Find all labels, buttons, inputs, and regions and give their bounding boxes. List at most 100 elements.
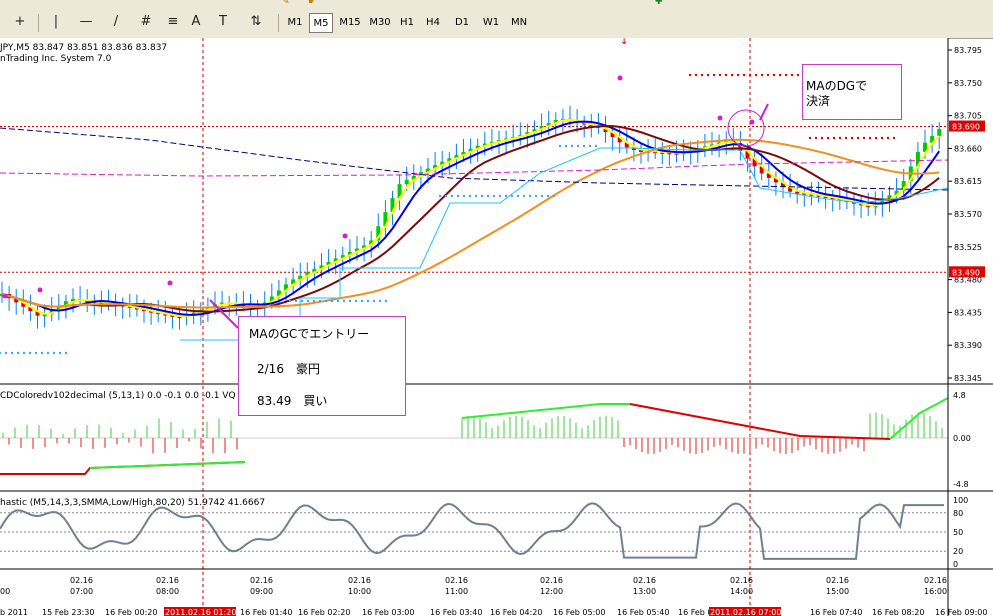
resistance-dot — [754, 73, 758, 77]
resistance-dot — [718, 73, 722, 77]
resistance-dot — [880, 136, 884, 140]
fibonacci-icon[interactable]: ≡ — [163, 13, 183, 30]
trail-dot — [52, 351, 56, 355]
macd-label: CDColoredv102decimal (5,13,1) 0.0 -0.1 0… — [0, 391, 250, 401]
trail-dot — [360, 299, 364, 303]
time-date: 02.16 — [540, 576, 563, 585]
tf-m30[interactable]: M30 — [366, 13, 394, 33]
channel-icon[interactable]: # — [136, 13, 156, 30]
exit-annotation[interactable]: MAのDGで 決済 — [802, 64, 902, 120]
tf-w1[interactable]: W1 — [478, 13, 504, 33]
trail-dot — [492, 194, 496, 198]
crosshair-icon[interactable]: + — [10, 13, 30, 30]
trail-dot — [546, 194, 550, 198]
price-tick-label: 83.390 — [954, 341, 982, 350]
pencil-icon[interactable]: ✎ — [282, 0, 290, 7]
trail-dot — [564, 144, 568, 148]
stoch-axis-label: 80 — [953, 509, 963, 518]
price-tag-label: 83.690 — [952, 123, 980, 132]
time-date: 02.16 — [826, 576, 849, 585]
price-tick-label: 83.705 — [954, 112, 982, 121]
trail-dot — [588, 144, 592, 148]
time-bottom-label: 2011.02.16 07:00 — [710, 608, 781, 616]
price-tick-label: 83.435 — [954, 308, 982, 317]
price-tick-label: 83.345 — [954, 374, 982, 383]
trail-dot — [318, 299, 322, 303]
resistance-dot — [808, 136, 812, 140]
macd-line-green-2 — [889, 397, 949, 440]
trendline-icon[interactable]: / — [106, 13, 126, 30]
broker-label: nTrading Inc. System 7.0 — [0, 54, 112, 64]
time-date: 02.16 — [70, 576, 93, 585]
trail-dot — [438, 194, 442, 198]
time-hour: 14:00 — [730, 587, 753, 596]
trail-dot — [570, 144, 574, 148]
time-bottom-label: 16 Feb 03:00 — [362, 608, 414, 616]
add-icon[interactable]: ✚ — [655, 0, 663, 7]
symbol-label: JPY,M5 83.847 83.851 83.836 83.837 — [0, 43, 167, 53]
resistance-dot — [862, 136, 866, 140]
toolbar-upper-row: ✎ ☛ ✚ — [280, 0, 680, 8]
trail-dot — [450, 194, 454, 198]
tf-m5[interactable]: M5 — [309, 13, 333, 33]
trail-dot — [576, 144, 580, 148]
time-bottom-label: 16 Feb 04:20 — [490, 608, 542, 616]
trail-dot — [342, 299, 346, 303]
text-icon[interactable]: A — [186, 13, 206, 30]
resistance-dot — [742, 73, 746, 77]
time-hour: 07:00 — [70, 587, 93, 596]
macd-axis-label: 0.00 — [953, 434, 971, 443]
time-hour: 09:00 — [250, 587, 273, 596]
trail-dot — [498, 194, 502, 198]
time-date: 02.16 — [924, 576, 947, 585]
time-date: 02.16 — [445, 576, 468, 585]
resistance-dot — [820, 136, 824, 140]
resistance-dot — [832, 136, 836, 140]
resistance-dot — [766, 73, 770, 77]
chart-area[interactable]: 83.795 83.750 83.705 83.660 83.615 83.570 83.5… — [0, 38, 993, 616]
trail-dot — [28, 351, 32, 355]
exit-line2: 決済 — [806, 94, 831, 108]
tf-d1[interactable]: D1 — [450, 13, 474, 33]
trail-dot — [64, 351, 68, 355]
arrows-icon[interactable]: ⇅ — [246, 13, 266, 30]
resistance-dot — [712, 73, 716, 77]
trail-dot — [504, 194, 508, 198]
signal-dot — [717, 115, 723, 121]
resistance-dot — [838, 136, 842, 140]
signal-dot — [749, 119, 755, 125]
tf-h1[interactable]: H1 — [396, 13, 418, 33]
trail-dot — [552, 194, 556, 198]
price-tick-label: 83.525 — [954, 243, 982, 252]
resistance-dot — [874, 136, 878, 140]
resistance-dot — [760, 73, 764, 77]
trail-dot — [384, 299, 388, 303]
price-tick-label: 83.660 — [954, 144, 982, 153]
entry-annotation[interactable]: MAのGCでエントリー 2/16 豪円 83.49 買い — [238, 316, 406, 416]
time-bottom-label: 16 Feb 01:40 — [240, 608, 292, 616]
tf-h4[interactable]: H4 — [421, 13, 445, 33]
vertical-line-icon[interactable]: | — [46, 13, 66, 30]
text-label-icon[interactable]: T — [213, 13, 233, 30]
time-date: 02.16 — [633, 576, 656, 585]
time-hour: 13:00 — [633, 587, 656, 596]
trail-dot — [558, 144, 562, 148]
tf-m1[interactable]: M1 — [283, 13, 307, 33]
horizontal-line-icon[interactable]: — — [76, 13, 96, 30]
trail-dot — [540, 194, 544, 198]
time-hour: 08:00 — [156, 587, 179, 596]
trail-dot — [312, 299, 316, 303]
time-axis: 02.16 07:00 02.16 08:00 02.16 09:00 02.16 10:00… — [0, 576, 987, 616]
macd-axis-label: 4.8 — [953, 391, 966, 400]
macd-axis-label: -4.8 — [953, 480, 969, 489]
time-bottom-label: 16 Feb 05:00 — [553, 608, 605, 616]
time-bottom-label: 15 Feb 23:30 — [42, 608, 94, 616]
resistance-dot — [772, 73, 776, 77]
trail-dot — [444, 194, 448, 198]
hand-icon[interactable]: ☛ — [308, 0, 316, 7]
tf-m15[interactable]: M15 — [336, 13, 364, 33]
resistance-dot — [730, 73, 734, 77]
trail-dot — [300, 299, 304, 303]
resistance-dot — [778, 73, 782, 77]
tf-mn[interactable]: MN — [506, 13, 532, 33]
